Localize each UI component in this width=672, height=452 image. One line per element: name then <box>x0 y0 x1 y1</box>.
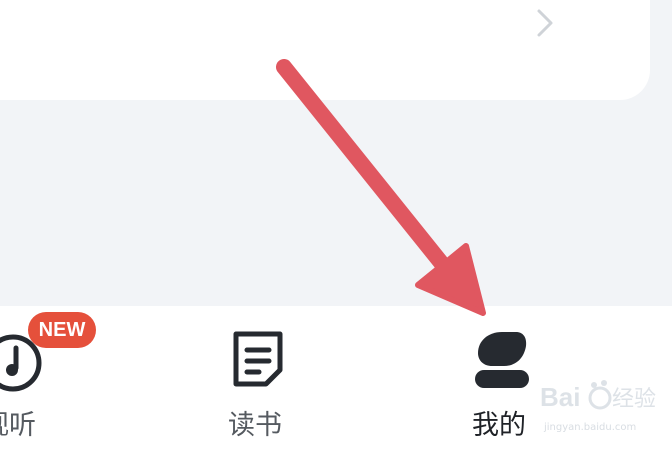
tab-read[interactable]: 读书 <box>200 306 320 452</box>
watermark: Bai 经验 jingyan.baidu.com <box>538 376 668 438</box>
person-icon <box>475 332 529 388</box>
paw-logo-icon: Bai 经验 <box>540 380 656 412</box>
chevron-right-icon[interactable] <box>536 8 554 38</box>
tab-listen-label: 视听 <box>0 410 36 441</box>
tab-read-label: 读书 <box>228 410 282 441</box>
tab-mine-label: 我的 <box>472 410 526 441</box>
watermark-url: jingyan.baidu.com <box>544 422 637 433</box>
svg-text:经验: 经验 <box>612 387 656 412</box>
document-icon <box>233 331 283 387</box>
svg-text:Bai: Bai <box>540 382 580 412</box>
new-badge: NEW <box>28 312 96 348</box>
